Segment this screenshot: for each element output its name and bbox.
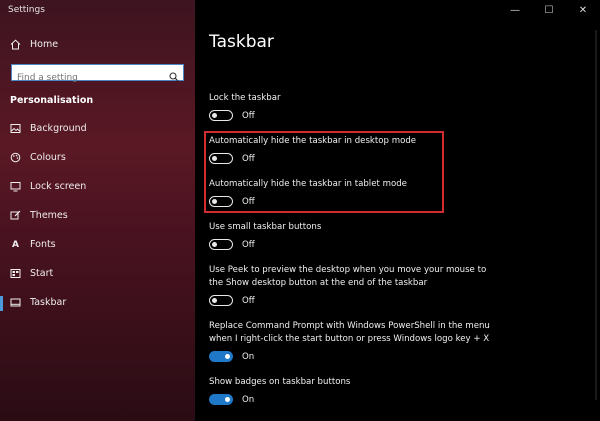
toggle-state: Off bbox=[242, 196, 255, 207]
setting-autohide-desktop: Automatically hide the taskbar in deskto… bbox=[209, 135, 479, 164]
toggle-state: Off bbox=[242, 110, 255, 121]
sidebar-item-label: Themes bbox=[30, 210, 68, 221]
section-heading: Personalisation bbox=[10, 95, 94, 106]
start-icon bbox=[10, 268, 21, 279]
sidebar-item-lock-screen[interactable]: Lock screen bbox=[10, 181, 86, 192]
sidebar-item-label: Background bbox=[30, 123, 87, 134]
setting-lock-taskbar: Lock the taskbar Off bbox=[209, 92, 479, 121]
main-panel: — ☐ ✕ Taskbar Lock the taskbar Off Autom… bbox=[195, 0, 600, 421]
sidebar-item-label: Fonts bbox=[30, 239, 56, 250]
toggle-state: Off bbox=[242, 239, 255, 250]
toggle-switch[interactable] bbox=[209, 351, 233, 362]
sidebar-item-themes[interactable]: Themes bbox=[10, 210, 68, 221]
font-icon: A bbox=[12, 239, 19, 250]
toggle-switch[interactable] bbox=[209, 110, 233, 121]
toggle-state: On bbox=[242, 394, 255, 405]
setting-autohide-tablet: Automatically hide the taskbar in tablet… bbox=[209, 178, 479, 207]
toggle-state: On bbox=[242, 351, 255, 362]
setting-label: Replace Command Prompt with Windows Powe… bbox=[209, 321, 490, 331]
sidebar-item-fonts[interactable]: A Fonts bbox=[10, 239, 56, 250]
setting-label: Lock the taskbar bbox=[209, 93, 281, 103]
sidebar-item-label: Taskbar bbox=[30, 297, 67, 308]
toggle-switch[interactable] bbox=[209, 153, 233, 164]
sidebar-item-colours[interactable]: Colours bbox=[10, 152, 66, 163]
window-title: Settings bbox=[8, 5, 45, 15]
setting-small-buttons: Use small taskbar buttons Off bbox=[209, 221, 479, 250]
setting-label: Use small taskbar buttons bbox=[209, 222, 322, 232]
home-icon bbox=[10, 39, 21, 50]
toggle-switch[interactable] bbox=[209, 295, 233, 306]
image-icon bbox=[10, 123, 21, 134]
setting-label: Show badges on taskbar buttons bbox=[209, 377, 351, 387]
sidebar-item-start[interactable]: Start bbox=[10, 268, 53, 279]
sidebar: Settings Home Personalisation Background… bbox=[0, 0, 195, 421]
monitor-icon bbox=[10, 181, 21, 192]
sidebar-item-label: Lock screen bbox=[30, 181, 87, 192]
window-controls: — ☐ ✕ bbox=[498, 0, 600, 20]
scrollbar[interactable] bbox=[595, 30, 597, 400]
toggle-switch[interactable] bbox=[209, 239, 233, 250]
maximize-button[interactable]: ☐ bbox=[532, 0, 566, 20]
search-box[interactable] bbox=[11, 64, 184, 87]
sidebar-item-label: Colours bbox=[30, 152, 66, 163]
palette-icon bbox=[10, 152, 21, 163]
setting-peek: Use Peek to preview the desktop when you… bbox=[209, 264, 509, 306]
toggle-state: Off bbox=[242, 153, 255, 164]
setting-label: Use Peek to preview the desktop when you… bbox=[209, 265, 487, 275]
sidebar-item-label: Start bbox=[30, 268, 54, 279]
toggle-switch[interactable] bbox=[209, 394, 233, 405]
setting-label: the Show desktop button at the end of th… bbox=[209, 278, 428, 288]
toggle-switch[interactable] bbox=[209, 196, 233, 207]
sidebar-item-background[interactable]: Background bbox=[10, 123, 87, 134]
sidebar-item-home[interactable]: Home bbox=[10, 39, 58, 50]
sidebar-item-label: Home bbox=[30, 39, 59, 50]
close-button[interactable]: ✕ bbox=[566, 0, 600, 20]
sidebar-item-taskbar[interactable]: Taskbar bbox=[10, 297, 66, 308]
active-indicator bbox=[0, 296, 3, 311]
setting-powershell: Replace Command Prompt with Windows Powe… bbox=[209, 320, 529, 362]
setting-label: when I right-click the start button or p… bbox=[209, 334, 490, 344]
setting-label: Automatically hide the taskbar in tablet… bbox=[209, 179, 407, 189]
minimize-button[interactable]: — bbox=[498, 0, 532, 20]
setting-label: Automatically hide the taskbar in deskto… bbox=[209, 136, 417, 146]
toggle-state: Off bbox=[242, 295, 255, 306]
page-title: Taskbar bbox=[209, 32, 274, 52]
search-icon[interactable] bbox=[169, 67, 179, 86]
taskbar-icon bbox=[10, 297, 21, 308]
brush-icon bbox=[10, 210, 21, 221]
search-input[interactable] bbox=[12, 69, 169, 87]
setting-badges: Show badges on taskbar buttons On bbox=[209, 376, 479, 405]
